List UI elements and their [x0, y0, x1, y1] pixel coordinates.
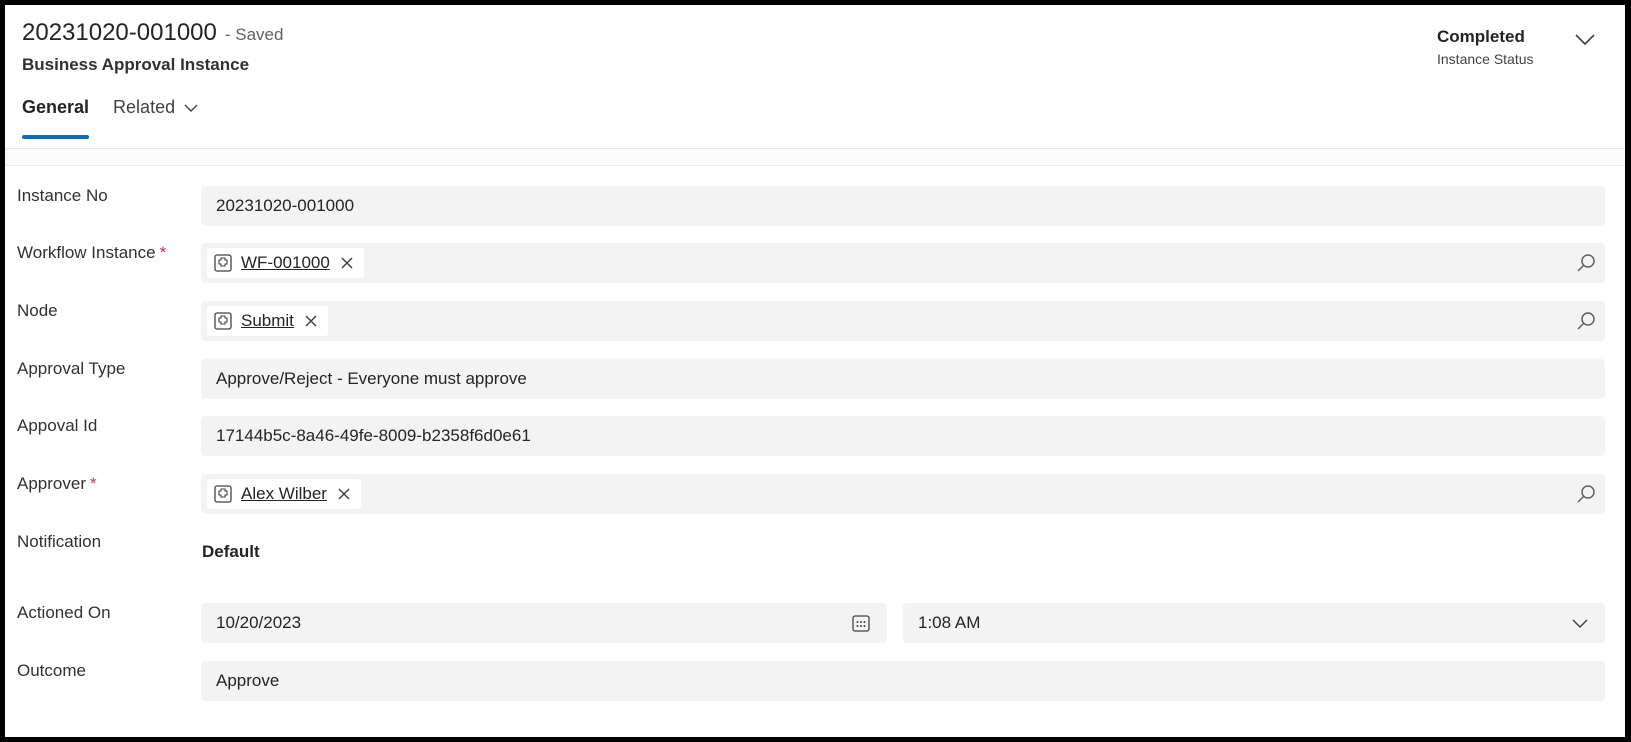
notification-value[interactable]: Default	[202, 542, 260, 562]
tab-related[interactable]: Related	[113, 97, 199, 141]
field-label: Appoval Id	[17, 416, 98, 435]
search-icon[interactable]	[1575, 310, 1597, 332]
actioned-on-date-input[interactable]: 10/20/2023	[201, 603, 887, 643]
actioned-on-time-select[interactable]: 1:08 AM	[903, 603, 1605, 643]
save-status: - Saved	[224, 25, 284, 44]
close-icon[interactable]	[337, 487, 351, 501]
outcome-input[interactable]: Approve	[201, 661, 1605, 701]
field-label: Node	[17, 301, 58, 320]
entity-name: Business Approval Instance	[22, 55, 250, 74]
tab-related-label: Related	[113, 97, 176, 117]
approval-id-input[interactable]: 17144b5c-8a46-49fe-8009-b2358f6d0e61	[201, 416, 1605, 456]
tab-general[interactable]: General	[22, 97, 90, 141]
tab-bar: General Related	[22, 97, 223, 141]
field-value: Approve	[216, 671, 280, 690]
close-icon[interactable]	[304, 314, 318, 328]
title-row: 20231020-001000 - Saved	[22, 19, 283, 47]
required-marker: *	[89, 474, 97, 493]
field-value: 20231020-001000	[216, 196, 355, 215]
workflow-instance-link[interactable]: WF-001000	[241, 253, 330, 273]
row-node: Node Submit	[5, 301, 1625, 341]
label-text: Workflow Instance	[17, 243, 156, 262]
chevron-down-icon[interactable]	[1573, 29, 1597, 49]
approval-type-input[interactable]: Approve/Reject - Everyone must approve	[201, 359, 1605, 399]
instance-status: Completed Instance Status	[1437, 27, 1534, 67]
required-marker: *	[159, 243, 167, 262]
node-lookup[interactable]: Submit	[201, 301, 1605, 341]
entity-record-icon	[214, 485, 232, 503]
field-label: Workflow Instance *	[17, 243, 166, 263]
field-value: Approve/Reject - Everyone must approve	[216, 369, 527, 388]
record-title: 20231020-001000	[22, 19, 217, 46]
row-instance-no: Instance No 20231020-001000	[5, 186, 1625, 226]
row-approval-id: Appoval Id 17144b5c-8a46-49fe-8009-b2358…	[5, 416, 1625, 456]
entity-record-icon	[214, 254, 232, 272]
close-icon[interactable]	[340, 256, 354, 270]
status-value: Completed	[1437, 27, 1525, 46]
lookup-tag: Alex Wilber	[207, 479, 361, 509]
row-approver: Approver * Alex Wilber	[5, 474, 1625, 514]
status-label: Instance Status	[1437, 51, 1534, 67]
approver-link[interactable]: Alex Wilber	[241, 484, 327, 504]
date-value: 10/20/2023	[216, 613, 302, 632]
chevron-down-icon[interactable]	[1571, 615, 1589, 631]
approver-lookup[interactable]: Alex Wilber	[201, 474, 1605, 514]
field-label: Outcome	[17, 661, 86, 680]
field-label: Notification	[17, 532, 102, 551]
node-link[interactable]: Submit	[241, 311, 294, 331]
calendar-icon[interactable]	[851, 613, 871, 633]
field-label: Actioned On	[17, 603, 111, 622]
field-label: Approval Type	[17, 359, 126, 378]
row-notification: Notification Default	[5, 532, 1625, 572]
row-approval-type: Approval Type Approve/Reject - Everyone …	[5, 359, 1625, 399]
field-label: Instance No	[17, 186, 108, 205]
workflow-instance-lookup[interactable]: WF-001000	[201, 243, 1605, 283]
search-icon[interactable]	[1575, 252, 1597, 274]
chevron-down-icon	[184, 104, 198, 112]
row-outcome: Outcome Approve	[5, 661, 1625, 701]
row-actioned-on: Actioned On 10/20/2023 1:08 AM	[5, 603, 1625, 643]
search-icon[interactable]	[1575, 483, 1597, 505]
lookup-tag: WF-001000	[207, 248, 364, 278]
time-value: 1:08 AM	[918, 613, 981, 632]
entity-record-icon	[214, 312, 232, 330]
field-value: 17144b5c-8a46-49fe-8009-b2358f6d0e61	[216, 426, 531, 445]
instance-no-input[interactable]: 20231020-001000	[201, 186, 1605, 226]
form-window: 20231020-001000 - Saved Business Approva…	[5, 5, 1625, 737]
form-header: 20231020-001000 - Saved Business Approva…	[5, 5, 1625, 149]
section-divider	[5, 149, 1625, 166]
row-workflow-instance: Workflow Instance * WF-001000	[5, 243, 1625, 283]
field-label: Approver *	[17, 474, 97, 494]
label-text: Approver	[17, 474, 86, 493]
tab-general-label: General	[22, 97, 90, 117]
lookup-tag: Submit	[207, 306, 328, 336]
